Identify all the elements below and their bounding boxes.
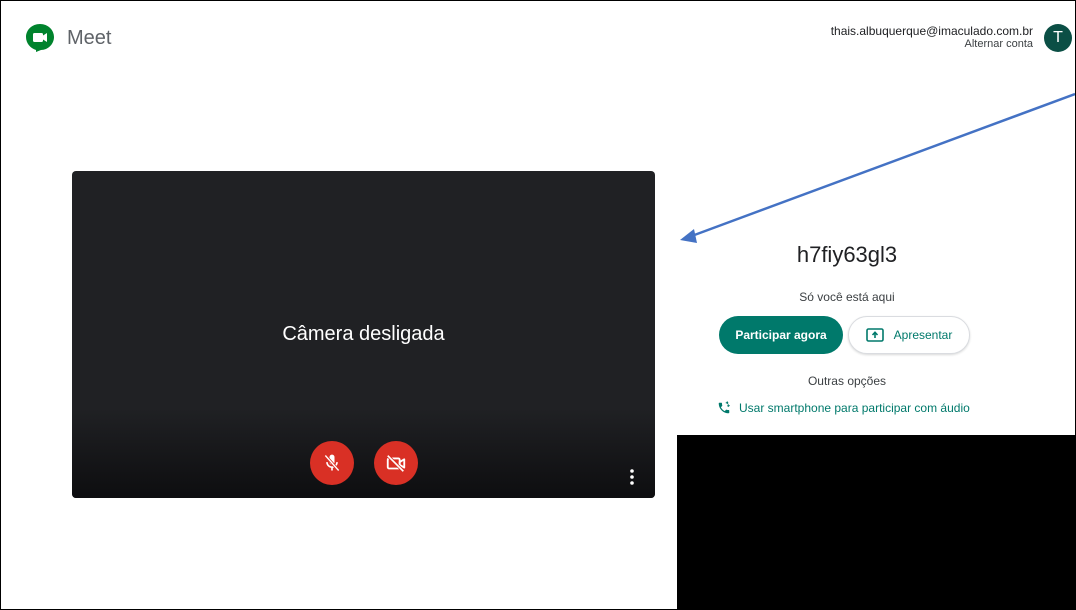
- join-now-button[interactable]: Participar agora: [719, 316, 843, 354]
- more-vert-icon: [629, 468, 635, 486]
- mic-toggle-button[interactable]: [310, 441, 354, 485]
- video-preview: Câmera desligada: [72, 171, 655, 498]
- preview-gradient: [72, 408, 655, 498]
- participants-status: Só você está aqui: [799, 290, 895, 304]
- present-icon: [865, 328, 884, 342]
- page-frame: Meet thais.albuquerque@imaculado.com.br …: [0, 0, 1076, 610]
- more-options-button[interactable]: [624, 467, 640, 487]
- mic-off-icon: [322, 453, 342, 473]
- present-button-label: Apresentar: [893, 328, 953, 342]
- camera-off-status: Câmera desligada: [282, 323, 445, 345]
- other-options-label: Outras opções: [807, 374, 887, 388]
- meeting-code: h7fiy63gl3: [796, 242, 898, 267]
- phone-audio-label: Usar smartphone para participar com áudi…: [739, 401, 970, 415]
- phone-icon: [717, 401, 731, 415]
- meet-logo[interactable]: Meet: [25, 23, 111, 53]
- present-button[interactable]: Apresentar: [848, 316, 970, 354]
- account-info: thais.albuquerque@imaculado.com.br Alter…: [831, 25, 1033, 51]
- camera-off-icon: [385, 452, 407, 474]
- side-video-panel: [677, 435, 1075, 609]
- account-email: thais.albuquerque@imaculado.com.br: [830, 24, 1033, 38]
- avatar[interactable]: T: [1044, 24, 1072, 52]
- camera-toggle-button[interactable]: [374, 441, 418, 485]
- phone-audio-link[interactable]: Usar smartphone para participar com áudi…: [717, 401, 970, 415]
- switch-account-link[interactable]: Alternar conta: [831, 38, 1033, 51]
- meet-logo-icon: [25, 23, 55, 53]
- app-name: Meet: [67, 26, 112, 49]
